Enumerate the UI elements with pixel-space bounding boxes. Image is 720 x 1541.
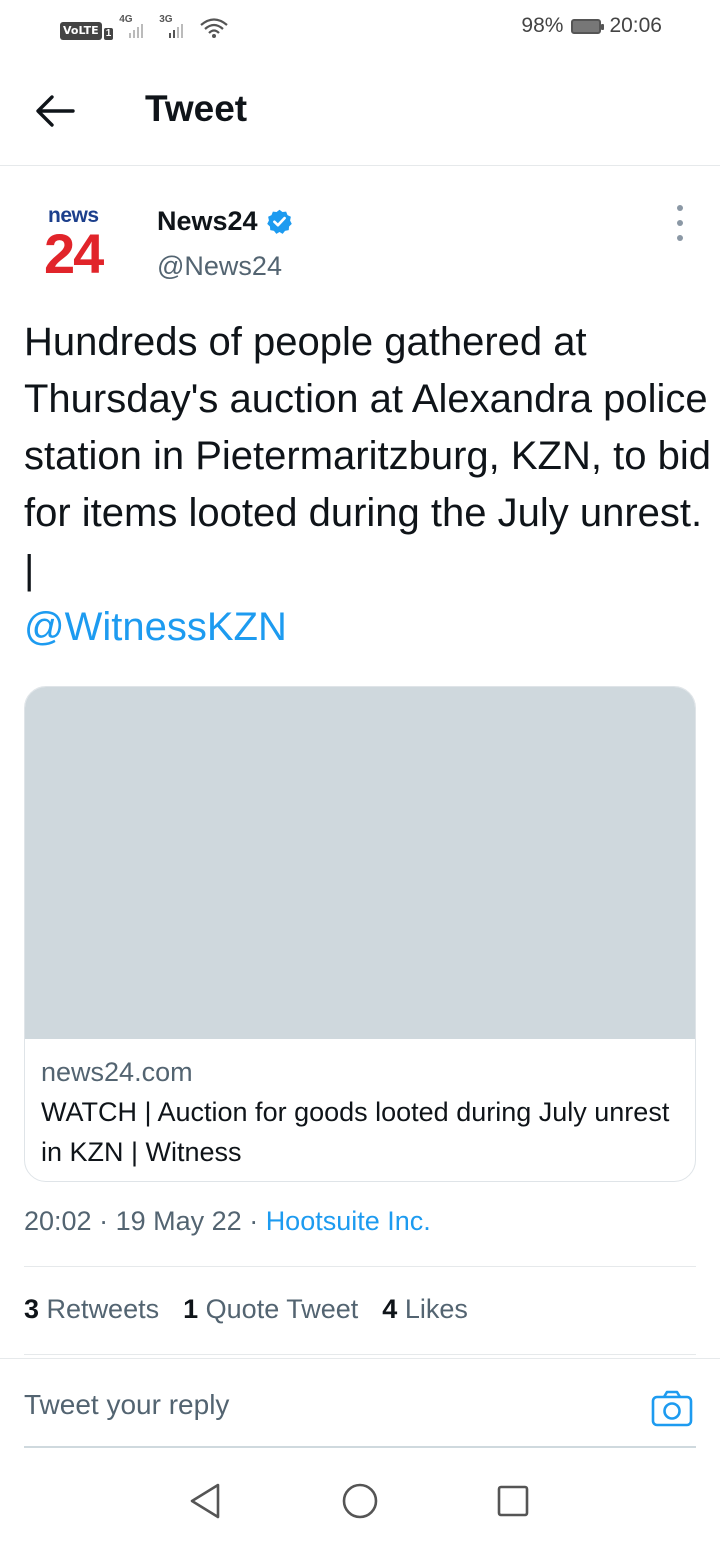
battery-icon	[571, 18, 605, 34]
tweet-meta: 20:02 · 19 May 22 · Hootsuite Inc.	[24, 1206, 431, 1237]
circle-home-icon	[342, 1483, 378, 1519]
card-title: WATCH | Auction for goods looted during …	[41, 1097, 670, 1167]
more-dot-icon	[677, 205, 683, 211]
more-dot-icon	[677, 220, 683, 226]
mention-link[interactable]: @WitnessKZN	[24, 599, 287, 656]
tweet-time: 20:02	[24, 1206, 92, 1236]
square-recents-icon	[497, 1485, 529, 1517]
divider	[24, 1354, 696, 1355]
card-image	[25, 687, 695, 1039]
tweet-text: Hundreds of people gathered at Thursday'…	[24, 314, 714, 656]
meta-separator: ·	[249, 1206, 266, 1236]
divider	[24, 1266, 696, 1267]
app-header: Tweet	[0, 56, 720, 166]
tweet-body: Hundreds of people gathered at Thursday'…	[24, 320, 711, 592]
signal-icon: 4G	[119, 14, 153, 40]
triangle-back-icon	[190, 1483, 220, 1519]
nav-home-button[interactable]	[337, 1478, 383, 1524]
reply-bar: Tweet your reply	[0, 1358, 720, 1448]
avatar-logo-bottom: 24	[44, 222, 104, 285]
tweet-stats: 3 Retweets 1 Quote Tweet 4 Likes	[24, 1294, 468, 1325]
camera-icon	[651, 1390, 693, 1427]
quote-tweets-stat[interactable]: 1 Quote Tweet	[183, 1294, 358, 1325]
wifi-icon	[200, 18, 228, 38]
more-dot-icon	[677, 235, 683, 241]
author-name-text: News24	[157, 206, 258, 236]
status-bar: VoLTE 1 4G 3G 98% 20:06	[0, 0, 720, 56]
quote-tweets-label: Quote Tweet	[205, 1294, 359, 1324]
volte-badge: VoLTE	[60, 22, 102, 40]
page-title: Tweet	[145, 88, 248, 129]
tweet-date: 19 May 22	[115, 1206, 242, 1236]
retweets-stat[interactable]: 3 Retweets	[24, 1294, 159, 1325]
likes-stat[interactable]: 4 Likes	[382, 1294, 468, 1325]
verified-badge-icon	[266, 209, 292, 234]
signal-icon-2: 3G	[159, 14, 193, 40]
sim-badge: 1	[103, 28, 114, 40]
quote-tweets-count: 1	[183, 1294, 199, 1324]
author-handle[interactable]: @News24	[157, 251, 282, 282]
link-card[interactable]: news24.com WATCH | Auction for goods loo…	[24, 686, 696, 1182]
more-options-button[interactable]	[668, 205, 692, 241]
back-button[interactable]	[30, 88, 80, 134]
camera-button[interactable]	[650, 1387, 694, 1431]
reply-divider	[24, 1446, 696, 1448]
battery-percent: 98%	[521, 14, 564, 37]
author-name[interactable]: News24	[157, 206, 293, 237]
status-right: 98% 20:06	[521, 14, 662, 38]
nav-back-button[interactable]	[182, 1478, 228, 1524]
likes-label: Likes	[404, 1294, 468, 1324]
likes-count: 4	[382, 1294, 398, 1324]
arrow-left-icon	[36, 95, 75, 127]
tweet-source[interactable]: Hootsuite Inc.	[266, 1206, 431, 1236]
avatar[interactable]: news 24	[36, 200, 120, 285]
retweets-count: 3	[24, 1294, 40, 1324]
reply-input[interactable]: Tweet your reply	[24, 1389, 229, 1421]
retweets-label: Retweets	[46, 1294, 160, 1324]
system-nav-bar	[0, 1460, 720, 1541]
card-domain: news24.com	[41, 1057, 193, 1087]
status-left: VoLTE 1 4G 3G	[60, 14, 229, 40]
nav-recents-button[interactable]	[490, 1478, 536, 1524]
clock: 20:06	[609, 14, 662, 37]
meta-separator: ·	[99, 1206, 116, 1236]
